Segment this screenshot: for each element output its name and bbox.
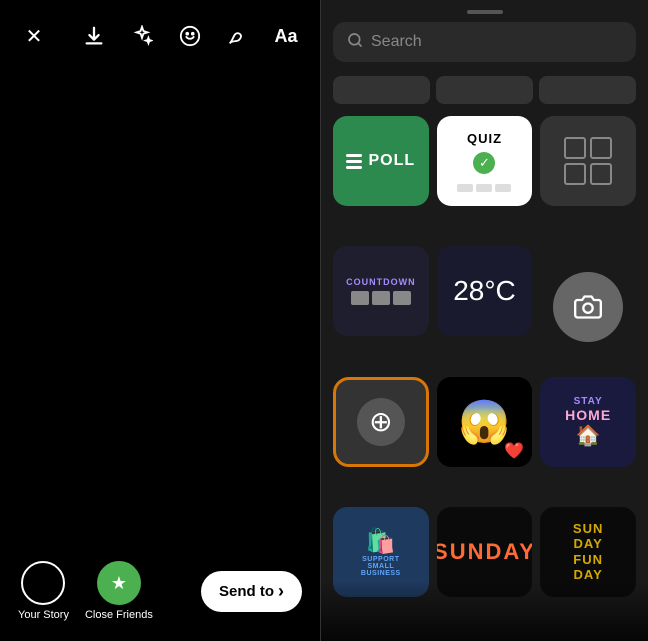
tab-3[interactable] [539,76,636,104]
your-story-option[interactable]: Your Story [18,561,69,621]
sunfunday-sticker[interactable]: SUNDAYFUNDAY [540,507,636,597]
bag-icon: 🛍️ [366,527,396,556]
close-friends-label: Close Friends [85,609,153,621]
top-toolbar: ✕ [0,0,320,62]
sunday-sticker[interactable]: SUNDAY [437,507,533,597]
drag-handle[interactable] [467,10,503,14]
close-icon[interactable]: ✕ [18,20,50,52]
effects-icon[interactable] [126,20,158,52]
quiz-sticker[interactable]: QUIZ ✓ [437,116,533,206]
download-icon[interactable] [78,20,110,52]
poll-label: POLL [368,152,415,170]
draw-icon[interactable] [222,20,254,52]
face-icon[interactable] [174,20,206,52]
left-panel: ✕ [0,0,320,641]
support-label: SUPPORTSMALLBUSINESS [361,556,401,577]
close-friends-option[interactable]: Close Friends [85,561,153,621]
tabs-row [321,72,648,112]
poll-sticker[interactable]: POLL [333,116,429,206]
sunfunday-label: SUNDAYFUNDAY [573,521,603,583]
tab-1[interactable] [333,76,430,104]
text-icon[interactable]: Aa [270,20,302,52]
send-arrow-icon: › [278,581,284,602]
camera-sticker[interactable] [553,272,623,342]
close-friends-circle [97,561,141,605]
send-to-button[interactable]: Send to › [201,571,302,612]
heart-icon: 🏠 [565,423,611,448]
canvas-area [0,0,320,641]
search-bar [333,22,636,62]
search-icon [347,32,363,52]
camera-icon [574,293,602,321]
bottom-bar: Your Story Close Friends Send to › [0,547,320,641]
home-label: HOME [565,407,611,423]
temperature-value: 28°C [453,275,516,307]
tab-2[interactable] [436,76,533,104]
stay-home-sticker[interactable]: STAY HOME 🏠 [540,377,636,467]
quiz-check-icon: ✓ [473,152,495,174]
your-story-circle [21,561,65,605]
scream-sticker[interactable]: 😱 ❤️ [437,377,533,467]
support-sticker[interactable]: 🛍️ SUPPORTSMALLBUSINESS [333,507,429,597]
your-story-label: Your Story [18,609,69,621]
sunday-label: SUNDAY [437,539,533,565]
stay-label: STAY [565,396,611,407]
add-sticker-button[interactable]: ⊕ [333,377,429,467]
search-input[interactable] [371,33,622,51]
sticker-grid: POLL QUIZ ✓ [321,112,648,641]
grid-sticker[interactable] [540,116,636,206]
temperature-sticker[interactable]: 28°C [437,246,533,336]
countdown-label: COUNTDOWN [346,277,416,287]
countdown-sticker[interactable]: COUNTDOWN [333,246,429,336]
send-to-label: Send to [219,583,274,600]
add-icon: ⊕ [357,398,405,446]
story-options: Your Story Close Friends [18,561,153,621]
right-panel: POLL QUIZ ✓ [320,0,648,641]
quiz-label: QUIZ [467,131,502,146]
